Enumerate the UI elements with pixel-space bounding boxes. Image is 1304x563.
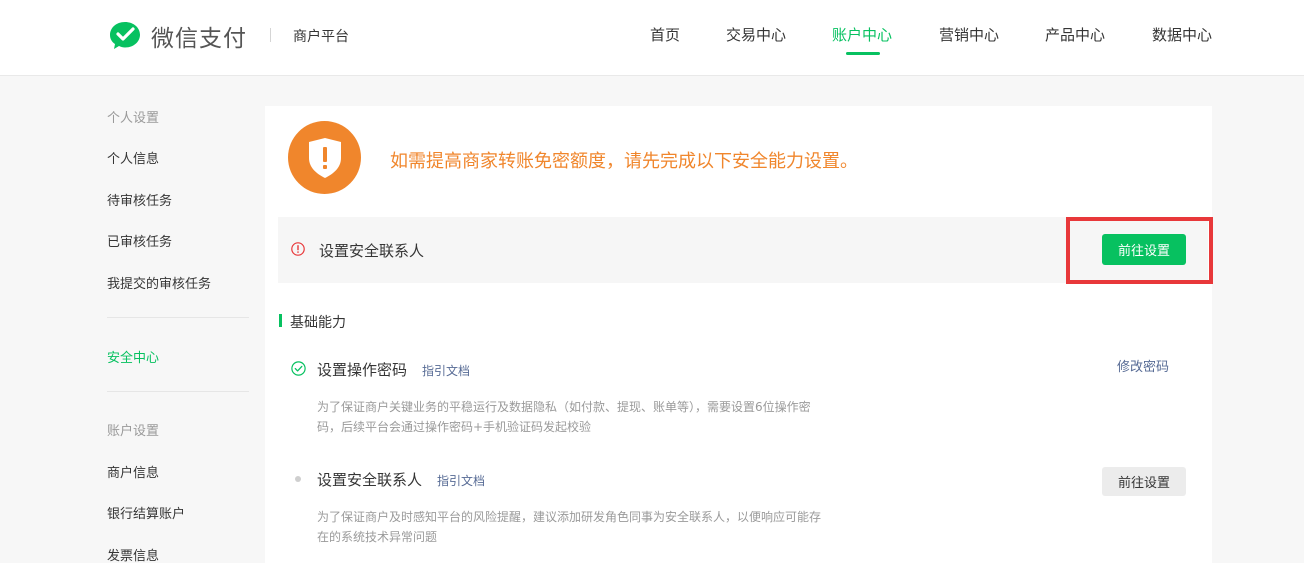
status-dot-icon bbox=[295, 476, 301, 482]
exclamation-circle-icon bbox=[291, 242, 305, 256]
sidebar-item-bank-account[interactable]: 银行结算账户 bbox=[107, 503, 185, 522]
main-card bbox=[265, 106, 1212, 563]
sidebar: 个人设置 个人信息 待审核任务 已审核任务 我提交的审核任务 安全中心 账户设置… bbox=[0, 77, 265, 563]
change-password-link[interactable]: 修改密码 bbox=[1117, 356, 1169, 375]
item-description-line: 码，后续平台会通过操作密码+手机验证码发起校验 bbox=[317, 420, 592, 434]
item-description-line: 在的系统技术异常问题 bbox=[317, 530, 438, 544]
nav-product-center[interactable]: 产品中心 bbox=[1045, 24, 1105, 45]
guide-doc-link[interactable]: 指引文档 bbox=[422, 362, 470, 379]
check-circle-icon bbox=[291, 361, 306, 376]
sidebar-item-invoice-info[interactable]: 发票信息 bbox=[107, 545, 159, 563]
pending-task-label: 设置安全联系人 bbox=[319, 242, 425, 260]
go-setup-button[interactable]: 前往设置 bbox=[1102, 467, 1186, 496]
item-description: 为了保证商户及时感知平台的风险提醒，建议添加研发角色同事为安全联系人，以便响应可… bbox=[317, 507, 877, 547]
shield-icon bbox=[308, 137, 341, 178]
sidebar-item-personal-info[interactable]: 个人信息 bbox=[107, 148, 159, 167]
top-header: 微信支付 商户平台 首页 交易中心 账户中心 营销中心 产品中心 数据中心 bbox=[0, 0, 1304, 76]
sidebar-item-my-submitted[interactable]: 我提交的审核任务 bbox=[107, 273, 211, 292]
sidebar-item-reviewed[interactable]: 已审核任务 bbox=[107, 231, 172, 250]
nav-home[interactable]: 首页 bbox=[650, 24, 680, 45]
highlight-annotation-box bbox=[1066, 217, 1213, 284]
item-description-line: 为了保证商户及时感知平台的风险提醒，建议添加研发角色同事为安全联系人，以便响应可… bbox=[317, 510, 822, 524]
section-title: 基础能力 bbox=[290, 315, 346, 331]
sidebar-item-security-center[interactable]: 安全中心 bbox=[107, 347, 159, 366]
section-marker bbox=[279, 314, 282, 327]
item-title-operation-password: 设置操作密码 bbox=[317, 361, 408, 379]
nav-trade-center[interactable]: 交易中心 bbox=[726, 24, 786, 45]
nav-account-center[interactable]: 账户中心 bbox=[832, 24, 892, 45]
sidebar-divider bbox=[107, 391, 249, 392]
alert-message: 如需提高商家转账免密额度，请先完成以下安全能力设置。 bbox=[390, 151, 858, 172]
sidebar-divider bbox=[107, 317, 249, 318]
item-description-line: 为了保证商户关键业务的平稳运行及数据隐私（如付款、提现、账单等），需要设置6位操… bbox=[317, 400, 811, 414]
sidebar-item-merchant-info[interactable]: 商户信息 bbox=[107, 462, 159, 481]
warning-shield-icon bbox=[288, 121, 361, 194]
sidebar-item-pending-review[interactable]: 待审核任务 bbox=[107, 190, 172, 209]
sidebar-group-personal: 个人设置 bbox=[107, 111, 160, 126]
item-description: 为了保证商户关键业务的平稳运行及数据隐私（如付款、提现、账单等），需要设置6位操… bbox=[317, 397, 877, 437]
sidebar-group-account: 账户设置 bbox=[107, 424, 160, 439]
guide-doc-link[interactable]: 指引文档 bbox=[437, 472, 485, 489]
top-nav: 首页 交易中心 账户中心 营销中心 产品中心 数据中心 bbox=[0, 0, 1304, 76]
item-title-security-contact: 设置安全联系人 bbox=[317, 471, 423, 489]
nav-data-center[interactable]: 数据中心 bbox=[1152, 24, 1212, 45]
nav-marketing-center[interactable]: 营销中心 bbox=[939, 24, 999, 45]
nav-active-indicator bbox=[846, 52, 880, 55]
